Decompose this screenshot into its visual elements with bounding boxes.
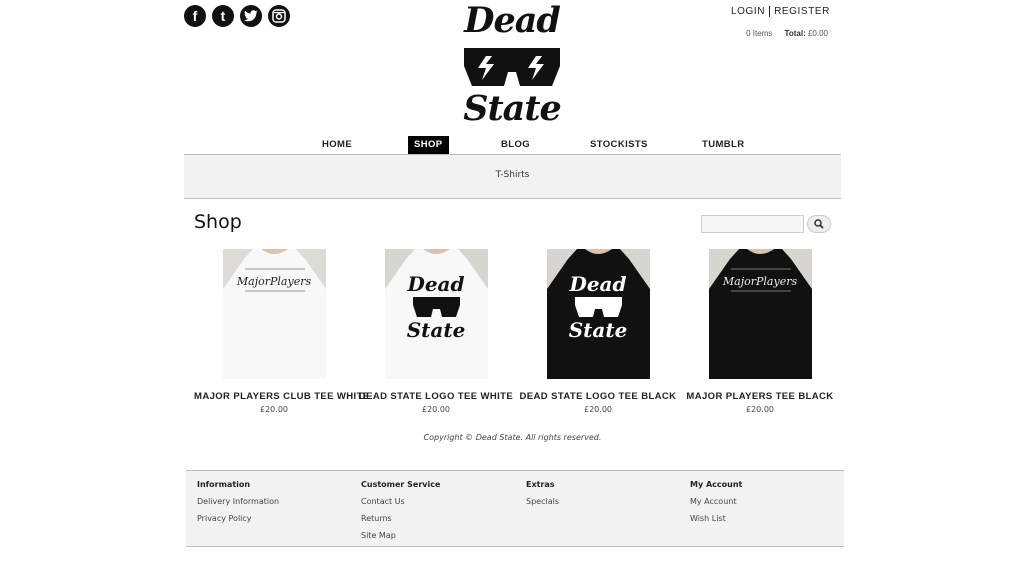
sunglasses-icon [464, 48, 560, 86]
product-image[interactable]: Dead State [384, 249, 488, 379]
footer-column-customer-service: Customer Service Contact Us Returns Site… [361, 480, 440, 548]
nav-shop[interactable]: SHOP [408, 136, 449, 154]
product-image[interactable]: Dead State [546, 249, 650, 379]
product-price: £20.00 [260, 405, 288, 414]
product-name[interactable]: DEAD STATE LOGO TEE WHITE [356, 391, 516, 402]
subnav-tshirts[interactable]: T-Shirts [184, 170, 841, 180]
nav-blog[interactable]: BLOG [495, 136, 536, 154]
svg-text:MajorPlayers: MajorPlayers [721, 275, 797, 288]
footer-heading: Extras [526, 480, 555, 489]
cart-total-label: Total: [784, 29, 806, 38]
footer-heading: Information [197, 480, 251, 489]
footer-heading: Customer Service [361, 480, 441, 489]
twitter-icon[interactable] [240, 5, 262, 27]
tumblr-icon[interactable]: t [212, 5, 234, 27]
product-price: £20.00 [422, 405, 450, 414]
product-image[interactable]: MajorPlayers [222, 249, 326, 379]
nav-stockists[interactable]: STOCKISTS [584, 136, 654, 154]
footer-link[interactable]: Site Map [361, 531, 440, 540]
svg-text:State: State [406, 318, 465, 342]
footer-link[interactable]: Privacy Policy [197, 514, 279, 523]
cart-total-value: £0.00 [807, 29, 828, 38]
copyright: Copyright © Dead State. All rights reser… [423, 433, 602, 442]
product-card: MajorPlayers MAJOR PLAYERS CLUB TEE WHIT… [194, 249, 369, 414]
nav-home[interactable]: HOME [316, 136, 358, 154]
product-name[interactable]: MAJOR PLAYERS CLUB TEE WHITE [194, 391, 369, 402]
product-price: £20.00 [584, 405, 612, 414]
logo-text-bottom: State [463, 88, 562, 129]
footer-link[interactable]: Specials [526, 497, 559, 506]
svg-text:Dead: Dead [568, 272, 626, 296]
svg-text:Dead: Dead [406, 272, 464, 296]
footer-heading: My Account [690, 480, 743, 489]
footer-column-information: Information Delivery Information Privacy… [197, 480, 279, 531]
nav-tumblr[interactable]: TUMBLR [696, 136, 751, 154]
product-name[interactable]: DEAD STATE LOGO TEE BLACK [518, 391, 678, 402]
register-link[interactable]: REGISTER [774, 6, 830, 17]
product-price: £20.00 [746, 405, 774, 414]
facebook-icon[interactable]: f [184, 5, 206, 27]
product-image[interactable]: MajorPlayers [708, 249, 812, 379]
cart-summary[interactable]: 0 Items Total: £0.00 [746, 29, 828, 38]
site-logo[interactable]: Dead State [462, 0, 562, 130]
footer-column-my-account: My Account My Account Wish List [690, 480, 742, 531]
product-name[interactable]: MAJOR PLAYERS TEE BLACK [680, 391, 840, 402]
cart-items: 0 Items [746, 29, 773, 38]
footer-column-extras: Extras Specials [526, 480, 559, 514]
product-card: Dead State DEAD STATE LOGO TEE BLACK £20… [518, 249, 678, 414]
social-links: f t [184, 5, 290, 27]
search-icon [814, 219, 824, 229]
footer-link[interactable]: Returns [361, 514, 440, 523]
footer-link[interactable]: My Account [690, 497, 742, 506]
sub-nav: T-Shirts [184, 154, 841, 199]
footer-link[interactable]: Contact Us [361, 497, 440, 506]
page-title: Shop [194, 211, 242, 233]
logo-text-top: Dead [464, 0, 561, 41]
account-links: LOGIN REGISTER [731, 6, 830, 17]
main-nav: HOME SHOP BLOG STOCKISTS TUMBLR [184, 134, 841, 154]
svg-text:State: State [568, 318, 627, 342]
footer: Information Delivery Information Privacy… [186, 470, 844, 547]
login-link[interactable]: LOGIN [731, 6, 765, 17]
svg-text:MajorPlayers: MajorPlayers [235, 275, 311, 288]
product-card: MajorPlayers MAJOR PLAYERS TEE BLACK £20… [680, 249, 840, 414]
product-card: Dead State DEAD STATE LOGO TEE WHITE £20… [356, 249, 516, 414]
footer-link[interactable]: Wish List [690, 514, 742, 523]
search-button[interactable] [807, 215, 831, 233]
divider [769, 6, 771, 17]
instagram-icon[interactable] [268, 5, 290, 27]
footer-link[interactable]: Delivery Information [197, 497, 279, 506]
search-input[interactable] [701, 215, 804, 233]
